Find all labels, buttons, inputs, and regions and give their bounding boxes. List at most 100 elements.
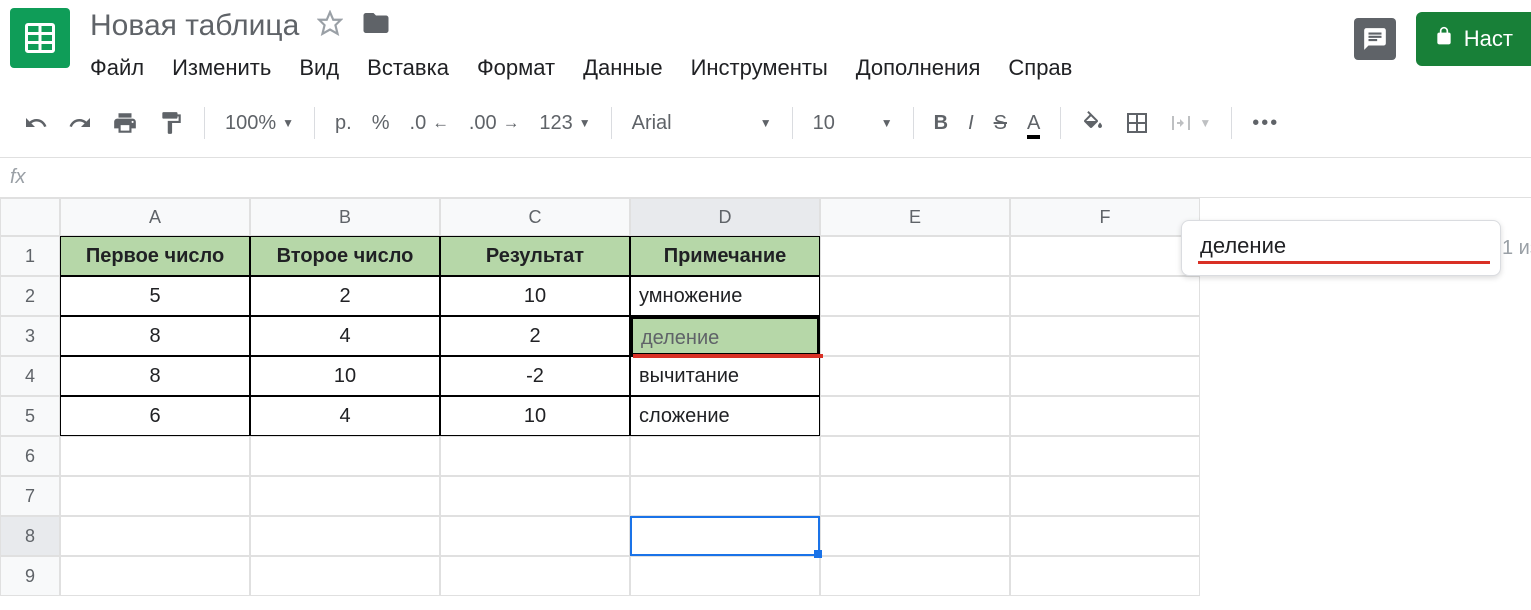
star-icon[interactable] — [317, 10, 343, 41]
strikethrough-button[interactable]: S — [994, 112, 1007, 135]
menu-tools[interactable]: Инструменты — [691, 55, 828, 81]
cell-B3[interactable]: 4 — [250, 316, 440, 356]
cell-E6[interactable] — [820, 436, 1010, 476]
cell-C8[interactable] — [440, 516, 630, 556]
cell-B6[interactable] — [250, 436, 440, 476]
cell-B1[interactable]: Второе число — [250, 236, 440, 276]
row-header-3[interactable]: 3 — [0, 316, 60, 356]
row-header-6[interactable]: 6 — [0, 436, 60, 476]
find-input[interactable] — [1198, 232, 1490, 264]
menu-file[interactable]: Файл — [90, 55, 144, 81]
cell-B4[interactable]: 10 — [250, 356, 440, 396]
col-header-C[interactable]: C — [440, 198, 630, 236]
cell-E5[interactable] — [820, 396, 1010, 436]
menu-insert[interactable]: Вставка — [367, 55, 449, 81]
cell-D8[interactable] — [630, 516, 820, 556]
select-all-corner[interactable] — [0, 198, 60, 236]
cell-C2[interactable]: 10 — [440, 276, 630, 316]
menu-help[interactable]: Справ — [1008, 55, 1072, 81]
percent-button[interactable]: % — [372, 112, 390, 135]
col-header-E[interactable]: E — [820, 198, 1010, 236]
cell-E4[interactable] — [820, 356, 1010, 396]
undo-button[interactable] — [24, 111, 48, 135]
row-header-1[interactable]: 1 — [0, 236, 60, 276]
currency-button[interactable]: р. — [335, 112, 352, 135]
row-header-5[interactable]: 5 — [0, 396, 60, 436]
cell-C4[interactable]: -2 — [440, 356, 630, 396]
increase-decimal-button[interactable]: .00→ — [469, 112, 519, 135]
fontsize-dropdown[interactable]: 10▼ — [813, 112, 893, 135]
cell-E3[interactable] — [820, 316, 1010, 356]
paint-format-button[interactable] — [158, 110, 184, 136]
cell-B7[interactable] — [250, 476, 440, 516]
cell-A8[interactable] — [60, 516, 250, 556]
cell-A1[interactable]: Первое число — [60, 236, 250, 276]
cell-E9[interactable] — [820, 556, 1010, 596]
print-button[interactable] — [112, 110, 138, 136]
cell-F4[interactable] — [1010, 356, 1200, 396]
cell-E1[interactable] — [820, 236, 1010, 276]
menu-format[interactable]: Формат — [477, 55, 555, 81]
menu-addons[interactable]: Дополнения — [856, 55, 981, 81]
cell-A9[interactable] — [60, 556, 250, 596]
cell-C5[interactable]: 10 — [440, 396, 630, 436]
cell-C3[interactable]: 2 — [440, 316, 630, 356]
formula-input[interactable] — [46, 162, 1521, 193]
cell-F1[interactable] — [1010, 236, 1200, 276]
folder-icon[interactable] — [361, 8, 391, 43]
borders-button[interactable] — [1125, 111, 1149, 135]
row-header-8[interactable]: 8 — [0, 516, 60, 556]
cell-D5[interactable]: сложение — [630, 396, 820, 436]
more-button[interactable]: ••• — [1252, 112, 1279, 135]
cell-C6[interactable] — [440, 436, 630, 476]
cell-A3[interactable]: 8 — [60, 316, 250, 356]
cell-E8[interactable] — [820, 516, 1010, 556]
share-button[interactable]: Наст — [1416, 12, 1531, 66]
col-header-F[interactable]: F — [1010, 198, 1200, 236]
bold-button[interactable]: B — [934, 112, 948, 135]
redo-button[interactable] — [68, 111, 92, 135]
cell-A4[interactable]: 8 — [60, 356, 250, 396]
cell-B2[interactable]: 2 — [250, 276, 440, 316]
cell-A7[interactable] — [60, 476, 250, 516]
row-header-9[interactable]: 9 — [0, 556, 60, 596]
text-color-button[interactable]: A — [1027, 112, 1040, 135]
cell-F3[interactable] — [1010, 316, 1200, 356]
cell-D4[interactable]: вычитание — [630, 356, 820, 396]
row-header-2[interactable]: 2 — [0, 276, 60, 316]
cell-C7[interactable] — [440, 476, 630, 516]
decrease-decimal-button[interactable]: .0← — [410, 112, 449, 135]
cell-A5[interactable]: 6 — [60, 396, 250, 436]
cell-E7[interactable] — [820, 476, 1010, 516]
row-header-4[interactable]: 4 — [0, 356, 60, 396]
col-header-A[interactable]: A — [60, 198, 250, 236]
comments-button[interactable] — [1354, 18, 1396, 60]
cell-B5[interactable]: 4 — [250, 396, 440, 436]
cell-D9[interactable] — [630, 556, 820, 596]
menu-edit[interactable]: Изменить — [172, 55, 271, 81]
col-header-B[interactable]: B — [250, 198, 440, 236]
cell-D3[interactable]: деление — [630, 316, 820, 356]
cell-D2[interactable]: умножение — [630, 276, 820, 316]
number-format-dropdown[interactable]: 123▼ — [539, 112, 590, 135]
merge-cells-button[interactable]: ▼ — [1169, 111, 1211, 135]
zoom-dropdown[interactable]: 100%▼ — [225, 112, 294, 135]
col-header-D[interactable]: D — [630, 198, 820, 236]
cell-E2[interactable] — [820, 276, 1010, 316]
cell-C1[interactable]: Результат — [440, 236, 630, 276]
cell-F5[interactable] — [1010, 396, 1200, 436]
cell-B9[interactable] — [250, 556, 440, 596]
menu-data[interactable]: Данные — [583, 55, 662, 81]
doc-title[interactable]: Новая таблица — [90, 9, 299, 43]
cell-D1[interactable]: Примечание — [630, 236, 820, 276]
font-dropdown[interactable]: Arial▼ — [632, 112, 772, 135]
cell-C9[interactable] — [440, 556, 630, 596]
cell-F7[interactable] — [1010, 476, 1200, 516]
italic-button[interactable]: I — [968, 112, 974, 135]
cell-F8[interactable] — [1010, 516, 1200, 556]
cell-D6[interactable] — [630, 436, 820, 476]
cell-D7[interactable] — [630, 476, 820, 516]
cell-F2[interactable] — [1010, 276, 1200, 316]
cell-F6[interactable] — [1010, 436, 1200, 476]
fill-color-button[interactable] — [1081, 111, 1105, 135]
